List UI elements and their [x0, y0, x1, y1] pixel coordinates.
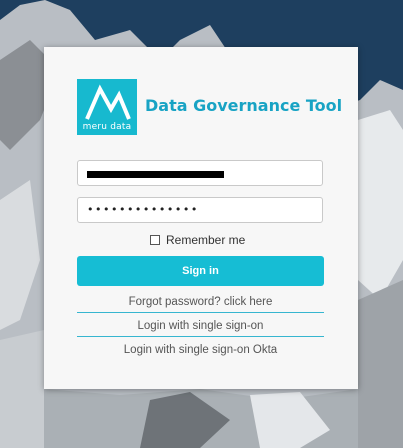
redacted-email-value [87, 171, 224, 178]
app-title: Data Governance Tool [145, 96, 343, 115]
remember-me-label: Remember me [166, 233, 246, 247]
sign-in-button[interactable]: Sign in [77, 256, 324, 286]
logo-text: meru data [82, 122, 132, 132]
remember-me-checkbox[interactable] [150, 235, 160, 245]
sso-login-link[interactable]: Login with single sign-on [77, 315, 324, 337]
divider [77, 312, 324, 313]
password-field[interactable]: •••••••••••••• [77, 197, 323, 223]
login-card: meru data Data Governance Tool •••••••••… [44, 47, 358, 389]
email-field[interactable] [77, 160, 323, 186]
meru-data-logo: meru data [77, 79, 137, 135]
remember-me-option[interactable]: Remember me [150, 233, 245, 247]
forgot-password-link[interactable]: Forgot password? click here [77, 291, 324, 313]
sso-okta-login-link[interactable]: Login with single sign-on Okta [77, 339, 324, 361]
password-masked-value: •••••••••••••• [87, 203, 199, 216]
divider [77, 336, 324, 337]
